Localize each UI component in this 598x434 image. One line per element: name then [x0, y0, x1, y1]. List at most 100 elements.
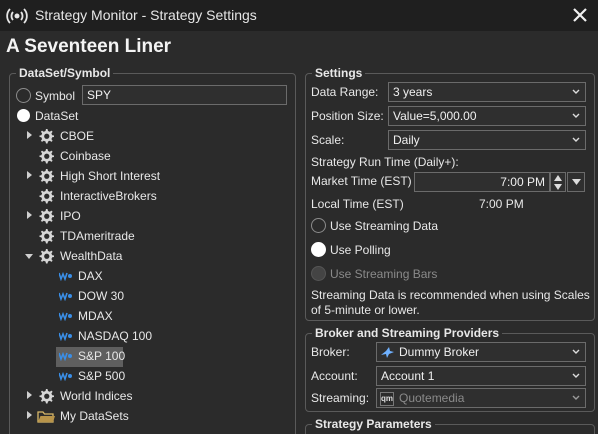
- local-time-label: Local Time (EST): [311, 197, 404, 211]
- gear-icon: [39, 149, 54, 164]
- polling-radio[interactable]: [311, 242, 326, 257]
- chevron-down-icon: [572, 179, 581, 185]
- market-time-dropdown-button[interactable]: [567, 172, 585, 192]
- tree-item-label: My DataSets: [60, 409, 129, 423]
- position-size-dropdown[interactable]: Value=5,000.00: [388, 106, 586, 126]
- wealthdata-icon: [59, 351, 72, 361]
- broker-bird-icon: [381, 347, 394, 358]
- tree-item-label: IPO: [60, 209, 81, 223]
- tree-item-label: MDAX: [78, 309, 113, 323]
- quotemedia-badge: qm: [380, 392, 394, 406]
- tree-item-label: WealthData: [60, 249, 123, 263]
- broker-label: Broker:: [311, 345, 350, 359]
- wealthdata-icon: [59, 371, 72, 381]
- symbol-input[interactable]: SPY: [82, 85, 287, 105]
- tree-item[interactable]: MDAX: [56, 307, 316, 327]
- close-icon[interactable]: [569, 4, 591, 26]
- tree-item-label: InteractiveBrokers: [60, 189, 157, 203]
- chevron-down-icon: [572, 349, 580, 354]
- expander-collapsed-icon[interactable]: [27, 171, 32, 179]
- market-time-input[interactable]: 7:00 PM: [414, 172, 550, 192]
- expander-expanded-icon[interactable]: [25, 254, 33, 259]
- account-value: Account 1: [381, 369, 435, 383]
- chevron-down-icon: [572, 373, 580, 378]
- market-time-value: 7:00 PM: [500, 175, 545, 189]
- window-title: Strategy Monitor - Strategy Settings: [35, 7, 257, 23]
- symbol-radio[interactable]: [16, 88, 31, 103]
- tree-item-label: NASDAQ 100: [78, 329, 153, 343]
- local-time-value: 7:00 PM: [479, 197, 524, 211]
- chevron-down-icon: [572, 137, 580, 142]
- wealthdata-icon: [59, 331, 72, 341]
- tree-item[interactable]: TDAmeritrade: [25, 227, 285, 247]
- tree-item-label: Coinbase: [60, 149, 111, 163]
- tree-item-label: S&P 500: [78, 369, 126, 383]
- tree-item[interactable]: DOW 30: [56, 287, 316, 307]
- scale-dropdown[interactable]: Daily: [388, 130, 586, 150]
- tree-item-label: World Indices: [60, 389, 133, 403]
- broker-value: Dummy Broker: [399, 345, 480, 359]
- expander-collapsed-icon[interactable]: [27, 131, 32, 139]
- tree-item[interactable]: CBOE: [25, 127, 285, 147]
- expander-collapsed-icon[interactable]: [27, 411, 32, 419]
- strategy-parameters-title: Strategy Parameters: [312, 417, 435, 431]
- streaming-data-label: Use Streaming Data: [330, 219, 439, 233]
- data-range-label: Data Range:: [311, 85, 379, 99]
- tree-item[interactable]: Coinbase: [25, 147, 285, 167]
- scale-value: Daily: [393, 133, 420, 147]
- streaming-note-line1: Streaming Data is recommended when using…: [311, 288, 590, 302]
- tree-item-label: TDAmeritrade: [60, 229, 135, 243]
- account-dropdown[interactable]: Account 1: [376, 366, 586, 386]
- tree-item[interactable]: World Indices: [25, 387, 285, 407]
- expander-collapsed-icon[interactable]: [27, 391, 32, 399]
- data-range-dropdown[interactable]: 3 years: [388, 82, 586, 102]
- tree-item-label: S&P 100: [78, 349, 126, 363]
- position-size-value: Value=5,000.00: [393, 109, 477, 123]
- run-time-label: Strategy Run Time (Daily+):: [311, 155, 459, 169]
- tree-item[interactable]: High Short Interest: [25, 167, 285, 187]
- tree-item-label: High Short Interest: [60, 169, 161, 183]
- gear-icon: [39, 169, 54, 184]
- strategy-name: A Seventeen Liner: [6, 36, 172, 57]
- tree-item[interactable]: NASDAQ 100: [56, 327, 316, 347]
- tree-item[interactable]: S&P 100: [56, 347, 126, 367]
- tree-item[interactable]: My DataSets: [25, 407, 285, 427]
- wealthdata-icon: [59, 311, 72, 321]
- polling-label: Use Polling: [330, 243, 391, 257]
- data-range-value: 3 years: [393, 85, 433, 99]
- streaming-bars-label: Use Streaming Bars: [330, 267, 438, 281]
- gear-icon: [39, 189, 54, 204]
- tree-item[interactable]: InteractiveBrokers: [25, 187, 285, 207]
- broker-dropdown[interactable]: Dummy Broker: [376, 342, 586, 362]
- wealthdata-icon: [59, 291, 72, 301]
- tree-item-label: CBOE: [60, 129, 95, 143]
- spin-down-icon[interactable]: [554, 184, 562, 190]
- market-time-spinner[interactable]: [550, 172, 566, 192]
- chevron-down-icon: [572, 395, 580, 400]
- gear-icon: [39, 389, 54, 404]
- streaming-value: Quotemedia: [399, 391, 465, 405]
- streaming-data-radio[interactable]: [311, 218, 326, 233]
- streaming-dropdown[interactable]: qm Quotemedia: [376, 388, 586, 408]
- tree-item[interactable]: IPO: [25, 207, 285, 227]
- tree-item[interactable]: DAX: [56, 267, 316, 287]
- gear-icon: [39, 229, 54, 244]
- broker-group-title: Broker and Streaming Providers: [312, 326, 503, 340]
- expander-collapsed-icon[interactable]: [27, 211, 32, 219]
- folder-icon: [37, 411, 55, 423]
- title-bar: Strategy Monitor - Strategy Settings: [0, 0, 598, 31]
- tree-item[interactable]: S&P 500: [56, 367, 316, 387]
- settings-group-title: Settings: [312, 66, 366, 80]
- dataset-label: DataSet: [35, 109, 79, 123]
- symbol-label: Symbol: [35, 89, 76, 103]
- tree-item[interactable]: WealthData: [25, 247, 285, 267]
- chevron-down-icon: [572, 113, 580, 118]
- market-time-label: Market Time (EST): [311, 174, 412, 188]
- dataset-radio[interactable]: [17, 109, 30, 122]
- spin-up-icon[interactable]: [554, 175, 562, 181]
- strategy-parameters-group: Strategy Parameters: [305, 417, 595, 434]
- account-label: Account:: [311, 369, 358, 383]
- gear-icon: [39, 209, 54, 224]
- wealthdata-icon: [59, 271, 72, 281]
- tree-item-label: DOW 30: [78, 289, 125, 303]
